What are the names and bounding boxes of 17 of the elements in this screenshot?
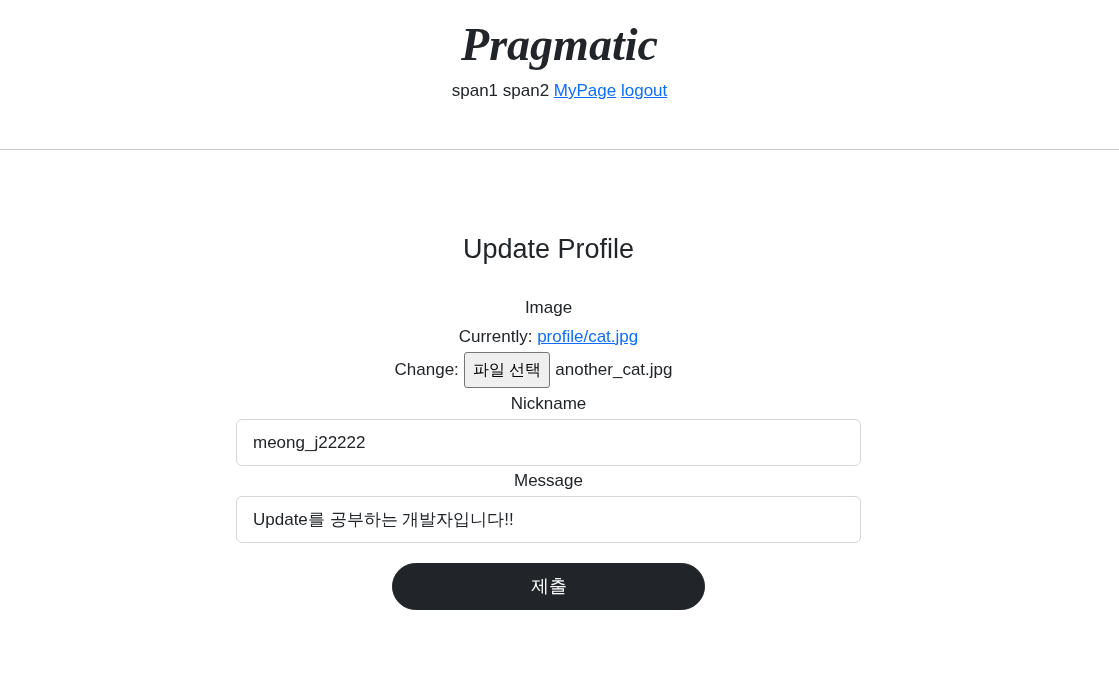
current-file-link[interactable]: profile/cat.jpg <box>537 327 639 346</box>
page-title: Update Profile <box>462 233 635 266</box>
field-label: Nickname <box>510 394 587 413</box>
image-label: Image <box>524 298 573 317</box>
currently-label: Currently: <box>458 327 533 346</box>
nav-text: span2 <box>502 81 550 100</box>
input-field[interactable]: Update를 공부하는 개발자입니다!! <box>236 496 861 543</box>
change-label: Change: <box>394 359 459 382</box>
nav-text: span1 <box>451 81 499 100</box>
field-label: Message <box>514 471 583 490</box>
nav-link-text[interactable]: logout <box>620 81 668 100</box>
choose-file-button[interactable]: 파일 선택 <box>463 352 551 388</box>
nav-link-text[interactable]: MyPage <box>553 81 617 100</box>
submit-button[interactable]: 제출 <box>392 563 705 610</box>
input-field[interactable]: meong_j22222 <box>236 419 861 466</box>
chosen-file-name: another_cat.jpg <box>555 359 673 382</box>
site-logo: Pragmatic <box>461 18 658 72</box>
